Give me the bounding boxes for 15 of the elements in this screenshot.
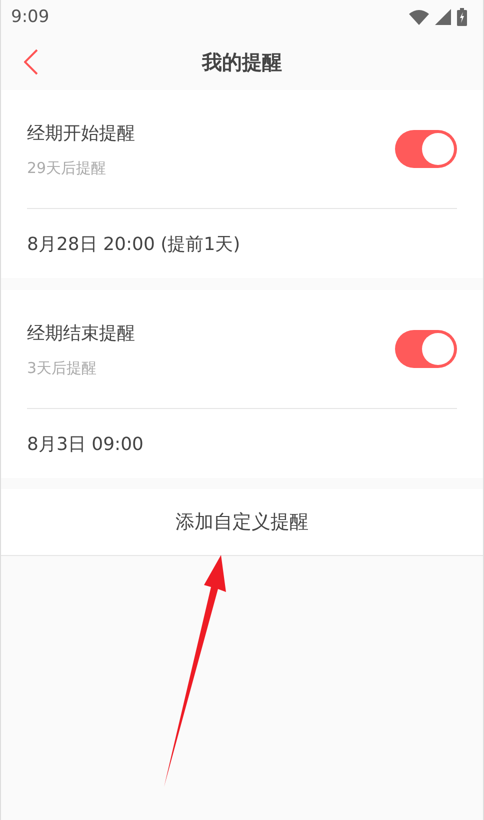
back-icon	[24, 49, 38, 75]
reminder-countdown: 29天后提醒	[27, 158, 108, 178]
add-reminder-button[interactable]: 添加自定义提醒	[1, 489, 483, 556]
status-time: 9:09	[11, 7, 50, 27]
page-title: 我的提醒	[202, 48, 282, 76]
reminder-title: 经期开始提醒	[27, 122, 135, 144]
signal-icon	[435, 9, 451, 25]
reminder-title: 经期结束提醒	[27, 322, 135, 344]
reminder-toggle[interactable]	[395, 330, 457, 368]
reminder-countdown: 3天后提醒	[27, 358, 98, 378]
battery-icon	[457, 8, 467, 26]
reminder-toggle[interactable]	[395, 130, 457, 168]
wifi-icon	[409, 10, 429, 24]
reminder-time: 8月28日 20:00 (提前1天)	[27, 232, 240, 256]
reminder-time: 8月3日 09:00	[27, 432, 144, 456]
